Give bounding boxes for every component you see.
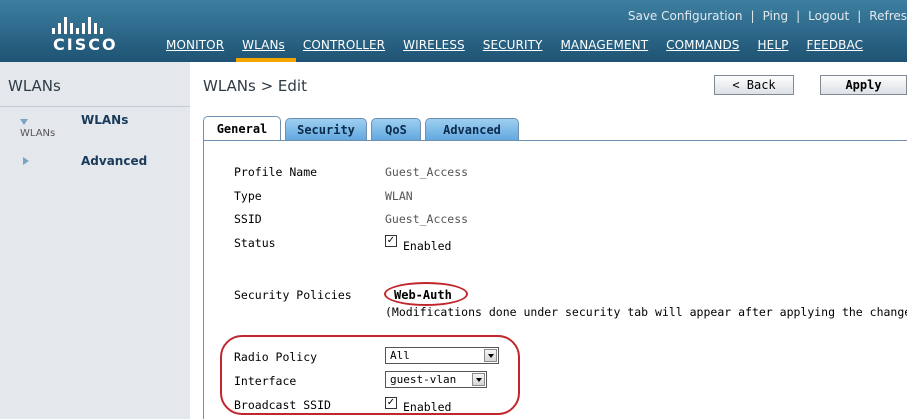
nav-security[interactable]: SECURITY: [483, 38, 543, 52]
nav-management[interactable]: MANAGEMENT: [560, 38, 648, 52]
checkmark-icon: ✓: [386, 235, 396, 246]
broadcast-enabled-text: Enabled: [403, 400, 452, 414]
profile-name-value: Guest_Access: [385, 165, 469, 179]
tab-bar: General Security QoS Advanced: [203, 116, 519, 140]
tab-general[interactable]: General: [203, 116, 281, 140]
status-label: Status: [234, 236, 276, 250]
apply-button[interactable]: Apply: [820, 75, 907, 95]
back-button[interactable]: < Back: [714, 75, 794, 95]
separator: |: [857, 9, 862, 23]
top-header: CISCO Save Configuration | Ping | Logout…: [0, 0, 907, 62]
main-nav: MONITOR WLANs CONTROLLER WIRELESS SECURI…: [166, 38, 881, 52]
separator: |: [750, 9, 755, 23]
cisco-logo-text: CISCO: [53, 35, 118, 54]
sidebar-subitem-wlans[interactable]: WLANs: [20, 128, 55, 139]
dropdown-arrow-icon: [484, 349, 497, 362]
checkmark-icon: ✓: [386, 397, 396, 408]
nav-feedback[interactable]: FEEDBAC: [806, 38, 863, 52]
status-enabled-checkbox[interactable]: ✓: [385, 235, 397, 247]
sidebar: WLANs WLANs WLANs Advanced: [0, 62, 190, 419]
interface-select[interactable]: guest-vlan: [385, 371, 487, 388]
radio-policy-label: Radio Policy: [234, 350, 318, 364]
ping-link[interactable]: Ping: [763, 9, 789, 23]
sidebar-item-wlans[interactable]: WLANs: [81, 113, 128, 127]
broadcast-ssid-label: Broadcast SSID: [234, 398, 331, 412]
status-enabled-text: Enabled: [403, 239, 452, 253]
highlight-oval-annotation: [384, 282, 468, 306]
refresh-link[interactable]: Refres: [869, 9, 907, 23]
dropdown-arrow-icon: [472, 373, 485, 386]
ssid-label: SSID: [234, 212, 262, 226]
sidebar-divider: [0, 106, 190, 107]
radio-policy-select[interactable]: All: [385, 347, 499, 364]
type-value: WLAN: [385, 189, 413, 203]
nav-commands[interactable]: COMMANDS: [666, 38, 739, 52]
nav-monitor[interactable]: MONITOR: [166, 38, 224, 52]
type-label: Type: [234, 189, 262, 203]
radio-policy-selected: All: [390, 349, 410, 362]
utility-links: Save Configuration | Ping | Logout | Ref…: [628, 9, 907, 23]
cisco-logo: CISCO: [44, 8, 139, 56]
tab-advanced[interactable]: Advanced: [425, 118, 519, 140]
nav-wlans[interactable]: WLANs: [242, 38, 285, 52]
arrow-right-icon[interactable]: [23, 157, 29, 165]
tab-qos[interactable]: QoS: [371, 118, 421, 140]
interface-label: Interface: [234, 374, 297, 388]
cisco-logo-bars-icon: [52, 8, 103, 34]
nav-controller[interactable]: CONTROLLER: [303, 38, 385, 52]
security-policies-label: Security Policies: [234, 288, 352, 302]
profile-name-label: Profile Name: [234, 165, 318, 179]
nav-help[interactable]: HELP: [758, 38, 789, 52]
breadcrumb: WLANs > Edit: [203, 77, 307, 95]
arrow-down-icon[interactable]: [20, 119, 28, 125]
logout-link[interactable]: Logout: [808, 9, 849, 23]
sidebar-title: WLANs: [8, 77, 61, 95]
ssid-value: Guest_Access: [385, 212, 469, 226]
nav-wireless[interactable]: WIRELESS: [403, 38, 465, 52]
save-configuration-link[interactable]: Save Configuration: [628, 9, 743, 23]
sidebar-item-advanced[interactable]: Advanced: [81, 154, 147, 168]
separator: |: [796, 9, 801, 23]
broadcast-ssid-checkbox[interactable]: ✓: [385, 397, 397, 409]
security-note: (Modifications done under security tab w…: [385, 305, 907, 319]
active-nav-indicator: [236, 58, 296, 62]
interface-selected: guest-vlan: [390, 373, 457, 386]
tab-security[interactable]: Security: [285, 118, 367, 140]
